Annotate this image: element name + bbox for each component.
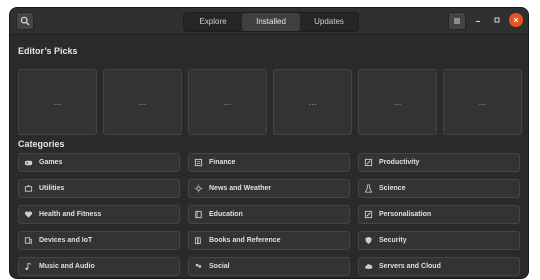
category-label: Security [379, 237, 407, 244]
category-label: Productivity [379, 159, 420, 166]
categories-title: Categories [18, 139, 65, 149]
category-science[interactable]: Science [358, 179, 520, 198]
category-servers-and-cloud[interactable]: Servers and Cloud [358, 257, 520, 276]
book-icon [194, 210, 203, 219]
tab-explore[interactable]: Explore [184, 13, 242, 31]
category-label: Utilities [39, 185, 65, 192]
editors-pick-card[interactable]: … [103, 69, 182, 135]
category-games[interactable]: Games [18, 153, 180, 172]
music-icon [24, 262, 33, 271]
books-icon [194, 236, 203, 245]
search-button[interactable] [16, 12, 34, 30]
shield-icon [364, 236, 373, 245]
category-news-and-weather[interactable]: News and Weather [188, 179, 350, 198]
sun-icon [194, 184, 203, 193]
main-content: Editor’s Picks … … … … … … Categories Ga… [10, 35, 528, 278]
category-devices-and-iot[interactable]: Devices and IoT [18, 231, 180, 250]
loading-indicator: … [53, 97, 62, 107]
close-button[interactable] [509, 13, 523, 27]
maximize-icon [493, 16, 501, 24]
category-label: Games [39, 159, 63, 166]
editors-pick-card[interactable]: … [358, 69, 437, 135]
category-label: News and Weather [209, 185, 272, 192]
editors-pick-card[interactable]: … [18, 69, 97, 135]
flask-icon [364, 184, 373, 193]
finance-icon [194, 158, 203, 167]
category-label: Science [379, 185, 406, 192]
menu-button[interactable] [448, 12, 466, 30]
maximize-button[interactable] [490, 13, 504, 27]
heart-icon [24, 210, 33, 219]
view-switcher: Explore Installed Updates [183, 12, 359, 32]
category-label: Finance [209, 159, 236, 166]
loading-indicator: … [478, 97, 487, 107]
search-icon [20, 16, 30, 26]
tab-updates[interactable]: Updates [300, 13, 358, 31]
category-label: Health and Fitness [39, 211, 102, 218]
minimize-icon [474, 16, 482, 24]
social-icon [194, 262, 203, 271]
loading-indicator: … [138, 97, 147, 107]
device-icon [24, 236, 33, 245]
close-icon [512, 16, 520, 24]
loading-indicator: … [308, 97, 317, 107]
toolbox-icon [24, 184, 33, 193]
hamburger-icon [452, 16, 462, 26]
category-finance[interactable]: Finance [188, 153, 350, 172]
editors-pick-card[interactable]: … [273, 69, 352, 135]
category-label: Personalisation [379, 211, 432, 218]
category-social[interactable]: Social [188, 257, 350, 276]
cloud-icon [364, 262, 373, 271]
category-utilities[interactable]: Utilities [18, 179, 180, 198]
loading-indicator: … [393, 97, 402, 107]
minimize-button[interactable] [471, 13, 485, 27]
category-health-and-fitness[interactable]: Health and Fitness [18, 205, 180, 224]
editors-picks-title: Editor’s Picks [18, 46, 78, 56]
category-label: Devices and IoT [39, 237, 93, 244]
category-label: Books and Reference [209, 237, 281, 244]
category-label: Education [209, 211, 243, 218]
category-personalisation[interactable]: Personalisation [358, 205, 520, 224]
category-productivity[interactable]: Productivity [358, 153, 520, 172]
category-security[interactable]: Security [358, 231, 520, 250]
category-music-and-audio[interactable]: Music and Audio [18, 257, 180, 276]
brush-icon [364, 210, 373, 219]
header-bar: Explore Installed Updates [10, 8, 528, 35]
category-label: Servers and Cloud [379, 263, 441, 270]
category-label: Social [209, 263, 230, 270]
editors-pick-card[interactable]: … [188, 69, 267, 135]
software-window: Explore Installed Updates Editor’s Picks… [10, 8, 528, 278]
pencil-icon [364, 158, 373, 167]
category-books-and-reference[interactable]: Books and Reference [188, 231, 350, 250]
gamepad-icon [24, 158, 33, 167]
editors-pick-card[interactable]: … [443, 69, 522, 135]
tab-installed[interactable]: Installed [242, 13, 300, 31]
category-education[interactable]: Education [188, 205, 350, 224]
category-label: Music and Audio [39, 263, 95, 270]
loading-indicator: … [223, 97, 232, 107]
